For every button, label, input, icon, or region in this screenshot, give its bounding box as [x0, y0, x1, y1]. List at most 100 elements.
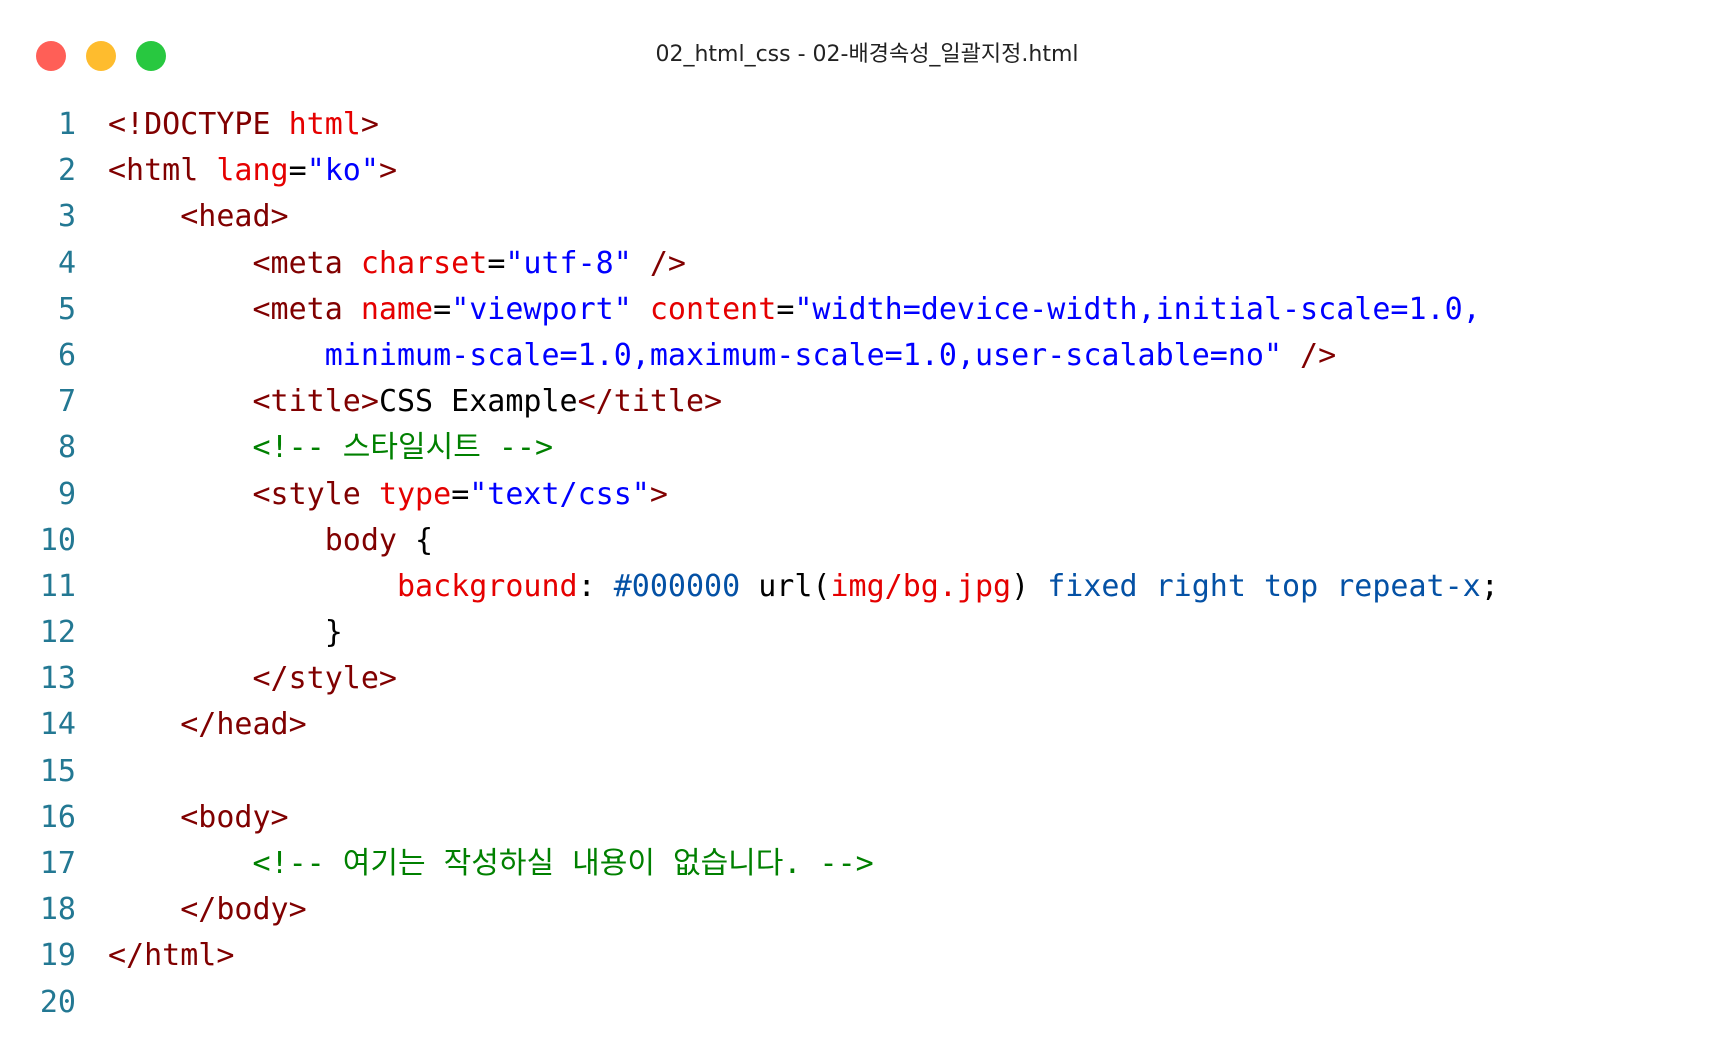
code-token: <body>: [108, 799, 289, 835]
code-token: <title>: [108, 384, 379, 420]
code-token: <head>: [108, 199, 289, 235]
code-line: 14 </head>: [0, 702, 1734, 748]
code-token: </style>: [108, 661, 397, 697]
line-number: 18: [39, 892, 76, 928]
code-token: =: [288, 153, 307, 189]
code-line: 9 <style type="text/css">: [0, 472, 1734, 518]
code-line: 4 <meta charset="utf-8" />: [0, 241, 1734, 287]
code-text: <head>: [108, 194, 289, 240]
code-token: =: [776, 291, 795, 327]
line-number: 8: [57, 430, 76, 466]
code-text: body {: [108, 518, 433, 564]
code-token: ;: [1480, 568, 1499, 604]
line-number: 15: [39, 753, 76, 789]
code-line: 8 <!-- 스타일시트 -->: [0, 425, 1734, 471]
code-token: <html: [108, 153, 217, 189]
code-line: 18 </body>: [0, 887, 1734, 933]
code-line: 20: [0, 980, 1734, 1026]
code-text: <title>CSS Example</title>: [108, 379, 722, 425]
line-number: 12: [39, 615, 76, 651]
code-line: 11 background: #000000 url(img/bg.jpg) f…: [0, 564, 1734, 610]
code-token: <!DOCTYPE: [108, 107, 289, 142]
code-token: </title>: [577, 384, 723, 420]
code-text: </head>: [108, 702, 307, 748]
line-number: 1: [57, 107, 76, 142]
title-bar: 02_html_css - 02-배경속성_일괄지정.html: [0, 0, 1734, 110]
code-text: }: [108, 610, 343, 656]
line-number: 10: [39, 522, 76, 558]
code-text: <style type="text/css">: [108, 472, 668, 518]
code-line: 15: [0, 749, 1734, 795]
code-token: type: [378, 476, 452, 512]
code-line: 3 <head>: [0, 194, 1734, 240]
code-line: 17 <!-- 여기는 작성하실 내용이 없습니다. -->: [0, 841, 1734, 887]
editor-window: 02_html_css - 02-배경속성_일괄지정.html 1 <!DOCTY…: [0, 0, 1734, 1056]
line-number: 13: [39, 661, 76, 697]
line-number: 9: [57, 476, 76, 512]
line-number: 7: [57, 384, 76, 420]
code-text: minimum-scale=1.0,maximum-scale=1.0,user…: [108, 333, 1336, 379]
code-token: charset: [360, 245, 488, 281]
code-token: name: [360, 291, 434, 327]
window-title: 02_html_css - 02-배경속성_일괄지정.html: [655, 42, 1079, 67]
code-line: 13 </style>: [0, 656, 1734, 702]
code-line: 1 <!DOCTYPE html>: [0, 102, 1734, 148]
code-token: ): [1011, 568, 1048, 604]
code-token: />: [631, 245, 686, 281]
code-text: </style>: [108, 656, 397, 702]
code-text: <html lang="ko">: [108, 148, 397, 194]
code-token: <meta: [108, 245, 361, 281]
code-token: }: [108, 615, 343, 651]
code-token: CSS Example: [378, 384, 578, 420]
line-number: 17: [39, 846, 76, 881]
code-token: >: [378, 153, 397, 189]
code-token: background: [396, 568, 578, 604]
code-token: "ko": [306, 153, 379, 189]
code-text: <!DOCTYPE html>: [108, 102, 379, 148]
line-number: 20: [39, 984, 76, 1020]
code-token: >: [649, 476, 668, 512]
code-token: =: [487, 245, 506, 281]
code-token: />: [1282, 337, 1337, 373]
line-number: 16: [39, 799, 76, 835]
code-token: <style: [108, 476, 379, 512]
code-token: </html>: [108, 938, 235, 974]
code-line: 10 body {: [0, 518, 1734, 564]
code-token: "utf-8": [505, 245, 632, 281]
code-text: </html>: [108, 933, 234, 979]
code-text: </body>: [108, 887, 307, 933]
line-number: 3: [57, 199, 76, 235]
code-token: {: [396, 522, 434, 558]
line-number: 19: [39, 938, 76, 974]
code-text: background: #000000 url(img/bg.jpg) fixe…: [108, 564, 1499, 610]
code-token: >: [360, 107, 379, 142]
code-token: img/bg.jpg: [830, 568, 1012, 604]
code-token: =: [451, 476, 470, 512]
code-text: <meta charset="utf-8" />: [108, 241, 686, 287]
code-token: lang: [216, 153, 289, 189]
code-text: <body>: [108, 795, 289, 841]
code-token: </body>: [108, 892, 307, 928]
code-editor[interactable]: 1 <!DOCTYPE html> 2 <html lang="ko"> 3 <head…: [0, 102, 1734, 1026]
code-token: minimum-scale=1.0,maximum-scale=1.0,user…: [108, 337, 1282, 373]
code-token: </head>: [108, 707, 307, 743]
line-number: 4: [57, 245, 76, 281]
code-line: 6 minimum-scale=1.0,maximum-scale=1.0,us…: [0, 333, 1734, 379]
code-text: <meta name="viewport" content="width=dev…: [108, 287, 1481, 333]
line-number: 14: [39, 707, 76, 743]
code-token: fixed right top repeat-x: [1047, 568, 1481, 604]
code-token: "width=device-width,initial-scale=1.0,: [794, 291, 1481, 327]
code-token: <!-- 스타일시트 -->: [108, 430, 554, 466]
line-number: 6: [57, 337, 76, 373]
code-token: url(: [740, 568, 831, 604]
code-line: 2 <html lang="ko">: [0, 148, 1734, 194]
line-number: 5: [57, 291, 76, 327]
code-token: body: [108, 522, 397, 558]
code-line: 19 </html>: [0, 933, 1734, 979]
code-text: <!-- 스타일시트 -->: [108, 425, 553, 471]
line-number: 11: [39, 568, 76, 604]
code-token: "text/css": [469, 476, 650, 512]
code-line: 7 <title>CSS Example</title>: [0, 379, 1734, 425]
